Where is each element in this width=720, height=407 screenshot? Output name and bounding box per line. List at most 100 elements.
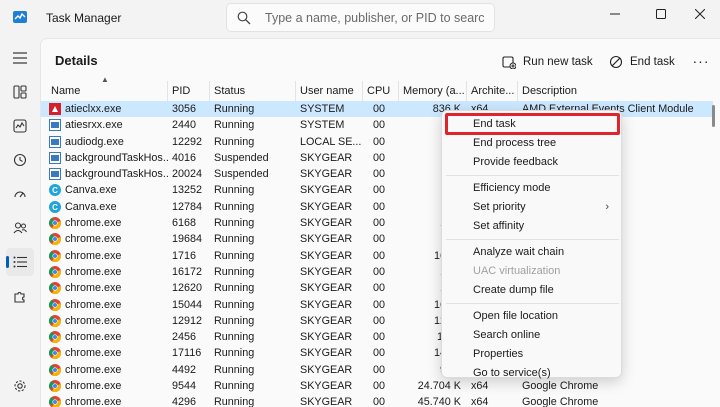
column-header-architecture[interactable]: Archite...	[467, 81, 518, 101]
details-list-icon	[13, 256, 27, 268]
cell-pid: 3056	[172, 103, 197, 115]
table-row[interactable]: chrome.exe 4296 Running SKYGEAR 00 45.740 K x6…	[41, 394, 713, 407]
title-bar: Task Manager	[0, 0, 720, 36]
process-name: chrome.exe	[65, 331, 122, 344]
cell-cpu: 00	[373, 265, 386, 278]
cell-cpu: 00	[373, 314, 386, 327]
run-new-task-button[interactable]: Run new task	[502, 48, 593, 76]
cell-name: backgroundTaskHos...	[45, 166, 168, 182]
cell-name: chrome.exe	[45, 231, 168, 247]
search-box[interactable]	[226, 3, 495, 32]
cell-cpu: 00	[373, 363, 386, 376]
column-header-user-name[interactable]: User name	[296, 81, 363, 101]
cell-name: chrome.exe	[45, 215, 168, 231]
column-header-status[interactable]: Status	[210, 81, 296, 101]
menu-item-set-priority[interactable]: Set priority ›	[446, 198, 619, 217]
nav-startup-apps[interactable]	[6, 180, 34, 208]
close-button[interactable]	[680, 0, 720, 28]
menu-item-label: Search online	[473, 329, 541, 341]
menu-item-create-dump-file[interactable]: Create dump file	[446, 281, 619, 300]
cell-user-name: SYSTEM	[300, 103, 345, 115]
column-header-pid[interactable]: PID	[168, 81, 210, 101]
cell-pid: 2456	[172, 331, 197, 344]
end-task-toolbar-button[interactable]: End task	[609, 48, 675, 76]
menu-item-set-affinity[interactable]: Set affinity	[446, 217, 619, 236]
cell-cpu: 00	[373, 298, 386, 311]
cell-user-name: SKYGEAR	[300, 249, 353, 262]
cell-status: Running	[214, 217, 255, 230]
nav-performance[interactable]	[6, 112, 34, 140]
cell-pid: 12292	[172, 135, 203, 148]
generic-icon	[49, 168, 61, 181]
cell-cpu: 00	[373, 119, 386, 132]
cell-status: Running	[214, 265, 255, 278]
process-name: chrome.exe	[65, 396, 122, 407]
vertical-scrollbar[interactable]	[711, 101, 717, 401]
process-name: Canva.exe	[65, 184, 117, 197]
cell-cpu: 00	[373, 396, 386, 407]
menu-item-search-online[interactable]: Search online	[446, 326, 619, 345]
process-name: chrome.exe	[65, 282, 122, 295]
nav-app-history[interactable]	[6, 146, 34, 174]
column-header-description[interactable]: Description	[518, 81, 713, 101]
generic-icon	[49, 151, 61, 164]
cell-architecture: x64	[471, 396, 489, 407]
menu-item-go-to-service-s[interactable]: Go to service(s)	[446, 364, 619, 383]
menu-item-properties[interactable]: Properties	[446, 345, 619, 364]
processes-icon	[13, 85, 27, 99]
cell-status: Running	[214, 103, 255, 115]
search-input[interactable]	[265, 9, 485, 27]
generic-icon	[49, 119, 61, 132]
navigation-rail	[0, 36, 40, 407]
more-options-button[interactable]: ···	[689, 51, 713, 71]
nav-details[interactable]	[6, 248, 34, 276]
cell-name: chrome.exe	[45, 248, 168, 264]
menu-item-efficiency-mode[interactable]: Efficiency mode	[446, 179, 619, 198]
cell-user-name: SKYGEAR	[300, 347, 353, 360]
nav-processes[interactable]	[6, 78, 34, 106]
cell-name: chrome.exe	[45, 378, 168, 394]
nav-services[interactable]	[6, 282, 34, 310]
cell-pid: 9544	[172, 380, 197, 393]
menu-item-open-file-location[interactable]: Open file location	[446, 307, 619, 326]
menu-item-provide-feedback[interactable]: Provide feedback	[446, 153, 619, 172]
search-icon	[237, 11, 251, 25]
menu-item-label: Go to service(s)	[473, 367, 551, 379]
cell-status: Running	[214, 347, 255, 360]
cell-name: chrome.exe	[45, 313, 168, 329]
chrome-icon	[49, 265, 61, 278]
nav-settings[interactable]	[6, 372, 34, 400]
process-name: chrome.exe	[65, 298, 122, 311]
process-name: chrome.exe	[65, 347, 122, 360]
column-header-cpu[interactable]: CPU	[363, 81, 399, 101]
cell-user-name: SKYGEAR	[300, 168, 353, 181]
menu-item-end-process-tree[interactable]: End process tree	[446, 134, 619, 153]
menu-item-analyze-wait-chain[interactable]: Analyze wait chain	[446, 243, 619, 262]
maximize-icon	[656, 9, 666, 19]
minimize-button[interactable]	[592, 0, 638, 28]
cell-pid: 1716	[172, 249, 197, 262]
nav-menu-button[interactable]	[6, 44, 34, 72]
menu-item-label: Analyze wait chain	[473, 246, 565, 258]
process-name: chrome.exe	[65, 249, 122, 262]
menu-item-label: Open file location	[473, 310, 558, 322]
menu-separator	[446, 239, 619, 240]
cell-status: Running	[214, 282, 255, 295]
cell-cpu: 00	[373, 380, 386, 393]
process-name: audiodg.exe	[65, 135, 124, 148]
cell-pid: 6168	[172, 217, 197, 230]
column-header-name[interactable]: Name	[45, 81, 168, 101]
process-name: chrome.exe	[65, 217, 122, 230]
column-header-memory[interactable]: Memory (a...	[399, 81, 467, 101]
chrome-icon	[49, 282, 61, 295]
chrome-icon	[49, 396, 61, 407]
scroll-thumb[interactable]	[712, 105, 715, 127]
cell-user-name: SKYGEAR	[300, 217, 353, 230]
amd-icon	[49, 103, 61, 115]
context-menu: End task End process tree Provide feedback…	[441, 110, 622, 379]
chrome-icon	[49, 331, 61, 344]
maximize-button[interactable]	[638, 0, 684, 28]
svg-text:C: C	[52, 186, 58, 195]
nav-users[interactable]	[6, 214, 34, 242]
cell-cpu: 00	[373, 135, 386, 148]
